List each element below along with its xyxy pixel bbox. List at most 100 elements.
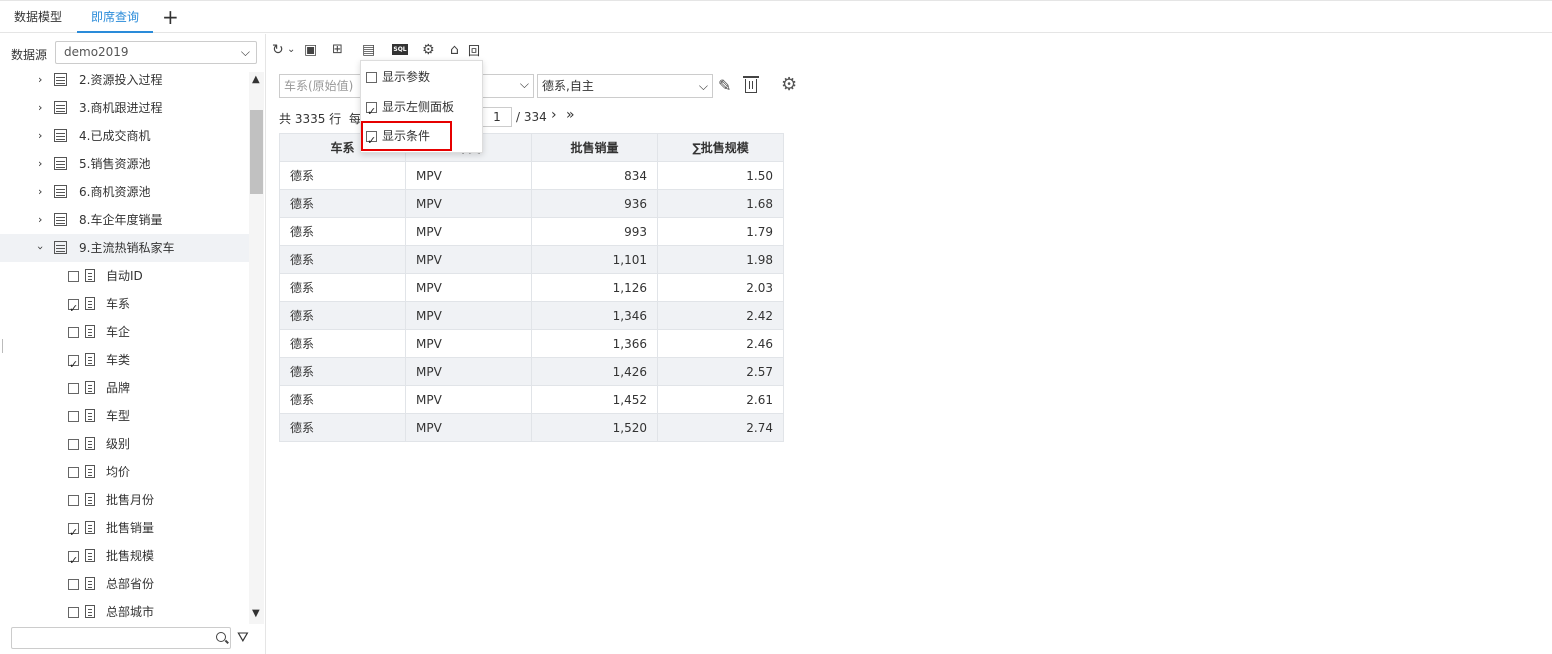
datasource-select[interactable]: demo2019 ⌵: [55, 41, 257, 64]
table-cell[interactable]: 2.74: [657, 413, 784, 442]
chevron-right-icon[interactable]: ›: [38, 206, 42, 234]
table-cell[interactable]: MPV: [405, 273, 532, 302]
table-cell[interactable]: 德系: [279, 413, 406, 442]
tree-field-item[interactable]: 车企: [0, 318, 249, 346]
table-cell[interactable]: 1,452: [531, 385, 658, 414]
table-row[interactable]: 德系 MPV 1,101 1.98: [279, 245, 784, 274]
tree-field-item[interactable]: 级别: [0, 430, 249, 458]
table-cell[interactable]: 德系: [279, 329, 406, 358]
search-icon[interactable]: [216, 632, 226, 642]
column-header[interactable]: ∑批售规模: [657, 133, 784, 162]
chevron-right-icon[interactable]: ›: [38, 66, 42, 94]
table-cell[interactable]: 1,366: [531, 329, 658, 358]
table-cell[interactable]: 936: [531, 189, 658, 218]
field-checkbox[interactable]: [68, 579, 79, 590]
table-cell[interactable]: MPV: [405, 413, 532, 442]
field-checkbox[interactable]: [68, 607, 79, 618]
refresh-icon[interactable]: ↻: [272, 40, 284, 60]
tree-table-item-selected[interactable]: › 9.主流热销私家车: [0, 234, 249, 262]
table-cell[interactable]: 德系: [279, 385, 406, 414]
table-cell[interactable]: 德系: [279, 161, 406, 190]
condition-field-input[interactable]: 车系(原始值): [279, 74, 363, 98]
table-row[interactable]: 德系 MPV 834 1.50: [279, 161, 784, 190]
last-page-icon[interactable]: »: [566, 107, 575, 123]
condition-value-select[interactable]: 德系,自主 ⌵: [537, 74, 713, 98]
chevron-right-icon[interactable]: ›: [38, 178, 42, 206]
home-icon[interactable]: ⌂: [450, 40, 459, 60]
table-cell[interactable]: 德系: [279, 189, 406, 218]
scrollbar-thumb[interactable]: [250, 110, 263, 194]
chevron-down-icon[interactable]: ⌄: [287, 40, 295, 60]
tab-adhoc-query[interactable]: 即席查询: [77, 1, 154, 33]
table-cell[interactable]: 德系: [279, 217, 406, 246]
field-checkbox[interactable]: [68, 495, 79, 506]
table-cell[interactable]: MPV: [405, 357, 532, 386]
tab-data-model[interactable]: 数据模型: [0, 1, 76, 33]
condition-settings-icon[interactable]: ⚙: [781, 74, 797, 95]
tree-field-item[interactable]: 总部城市: [0, 598, 249, 626]
table-cell[interactable]: 1,426: [531, 357, 658, 386]
tree-table-item[interactable]: › 8.车企年度销量: [0, 206, 249, 234]
tree-field-item[interactable]: 总部省份: [0, 570, 249, 598]
tree-field-item[interactable]: 批售销量: [0, 514, 249, 547]
table-cell[interactable]: 1.68: [657, 189, 784, 218]
table-cell[interactable]: 2.03: [657, 273, 784, 302]
condition-operator-select[interactable]: ⌵: [482, 74, 534, 98]
tree-field-item[interactable]: 品牌: [0, 374, 249, 402]
tree-field-item[interactable]: 批售规模: [0, 542, 249, 575]
tree-field-item[interactable]: 车型: [0, 402, 249, 430]
table-cell[interactable]: 1,346: [531, 301, 658, 330]
table-row[interactable]: 德系 MPV 1,366 2.46: [279, 329, 784, 358]
table-cell[interactable]: MPV: [405, 385, 532, 414]
hierarchy-icon[interactable]: ⊞: [332, 40, 343, 60]
table-cell[interactable]: 1.50: [657, 161, 784, 190]
menu-item-show-params[interactable]: 显示参数: [361, 63, 482, 91]
table-row[interactable]: 德系 MPV 1,452 2.61: [279, 385, 784, 414]
save-icon[interactable]: ▣: [304, 40, 317, 60]
table-cell[interactable]: 2.46: [657, 329, 784, 358]
tree-table-item[interactable]: › 6.商机资源池: [0, 178, 249, 206]
table-cell[interactable]: 2.61: [657, 385, 784, 414]
table-cell[interactable]: MPV: [405, 161, 532, 190]
delete-icon[interactable]: [743, 76, 759, 93]
field-checkbox[interactable]: [68, 383, 79, 394]
tree-table-item[interactable]: › 5.销售资源池: [0, 150, 249, 178]
menu-item-show-left-panel[interactable]: 显示左侧面板: [361, 93, 482, 126]
table-row[interactable]: 德系 MPV 1,520 2.74: [279, 413, 784, 442]
table-cell[interactable]: 2.57: [657, 357, 784, 386]
table-cell[interactable]: 德系: [279, 301, 406, 330]
checkbox[interactable]: [366, 98, 377, 126]
table-cell[interactable]: 1,520: [531, 413, 658, 442]
field-checkbox[interactable]: [68, 411, 79, 422]
table-cell[interactable]: MPV: [405, 189, 532, 218]
tree-field-item[interactable]: 车系: [0, 290, 249, 323]
add-tab-button[interactable]: +: [162, 7, 179, 27]
tree-field-item[interactable]: 均价: [0, 458, 249, 486]
field-checkbox[interactable]: [68, 295, 79, 323]
field-checkbox[interactable]: [68, 547, 79, 575]
field-search-input[interactable]: [11, 627, 231, 649]
chevron-down-icon[interactable]: ›: [26, 246, 54, 250]
field-checkbox[interactable]: [68, 327, 79, 338]
table-row[interactable]: 德系 MPV 1,126 2.03: [279, 273, 784, 302]
field-checkbox[interactable]: [68, 519, 79, 547]
field-checkbox[interactable]: [68, 351, 79, 379]
filter-icon[interactable]: ⛛: [237, 630, 249, 646]
tree-field-item[interactable]: 批售月份: [0, 486, 249, 514]
tree-table-item[interactable]: › 3.商机跟进过程: [0, 94, 249, 122]
tree-table-item[interactable]: › 4.已成交商机: [0, 122, 249, 150]
chevron-right-icon[interactable]: ›: [38, 150, 42, 178]
chevron-right-icon[interactable]: ›: [38, 122, 42, 150]
chevron-right-icon[interactable]: ›: [38, 94, 42, 122]
column-header[interactable]: 批售销量: [531, 133, 658, 162]
table-cell[interactable]: 1.98: [657, 245, 784, 274]
table-cell[interactable]: 1.79: [657, 217, 784, 246]
table-row[interactable]: 德系 MPV 936 1.68: [279, 189, 784, 218]
table-cell[interactable]: 德系: [279, 273, 406, 302]
table-cell[interactable]: MPV: [405, 245, 532, 274]
table-row[interactable]: 德系 MPV 1,346 2.42: [279, 301, 784, 330]
table-cell[interactable]: MPV: [405, 301, 532, 330]
panel-splitter[interactable]: [2, 339, 4, 353]
field-checkbox[interactable]: [68, 439, 79, 450]
next-page-icon[interactable]: ›: [551, 107, 557, 123]
